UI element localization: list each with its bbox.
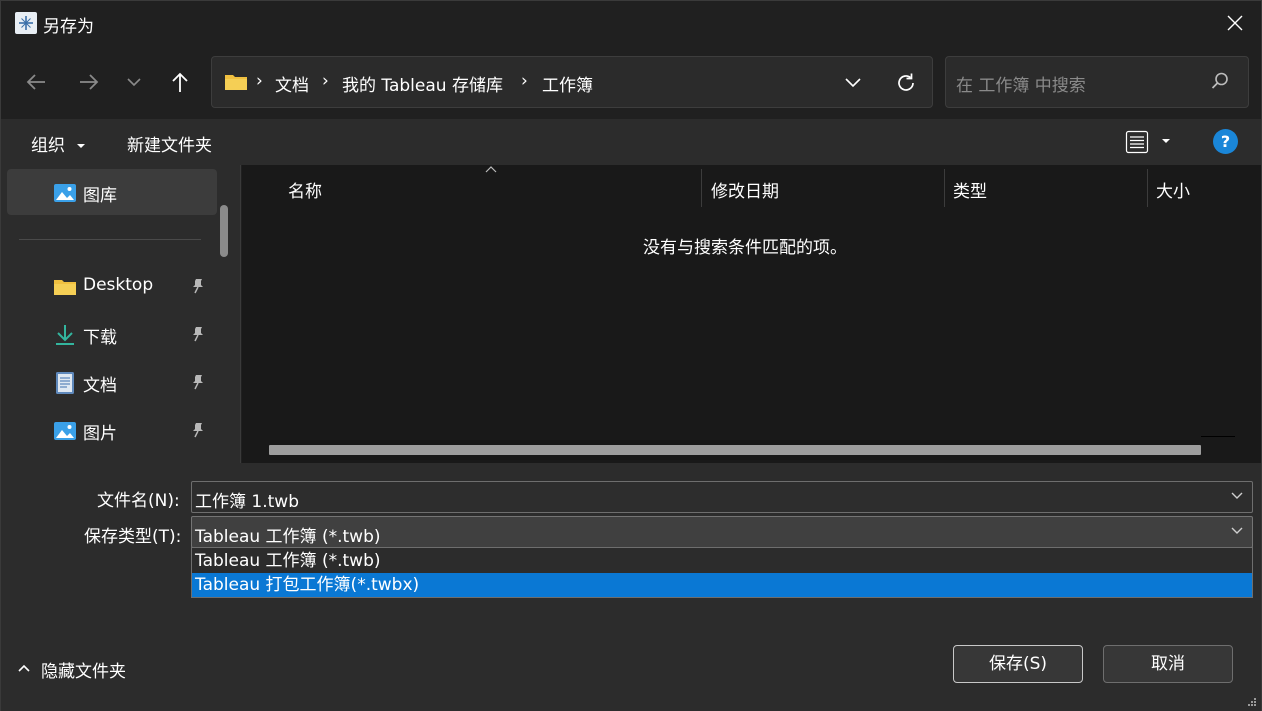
- sidebar-item-label: 文档: [83, 376, 117, 396]
- sidebar-item-label: Desktop: [83, 275, 154, 295]
- gallery-icon: [54, 184, 76, 202]
- sidebar-item-label: 图库: [83, 186, 117, 206]
- search-icon: [1211, 72, 1228, 89]
- close-icon: [1227, 15, 1243, 31]
- save-button[interactable]: 保存(S): [953, 645, 1083, 683]
- breadcrumb-workbooks[interactable]: 工作簿: [542, 71, 593, 96]
- chevron-down-icon[interactable]: [1230, 525, 1244, 535]
- breadcrumb-documents[interactable]: 文档: [275, 71, 309, 96]
- chevron-down-icon[interactable]: [1230, 490, 1244, 500]
- column-header-date-modified[interactable]: 修改日期: [711, 177, 779, 202]
- sidebar-scrollbar[interactable]: [220, 205, 228, 257]
- tableau-app-icon: [15, 12, 37, 34]
- address-bar[interactable]: › 文档 › 我的 Tableau 存储库 › 工作簿: [211, 56, 933, 108]
- column-header-size[interactable]: 大小: [1156, 177, 1190, 202]
- new-folder-button[interactable]: 新建文件夹: [127, 131, 212, 156]
- download-icon: [56, 325, 74, 345]
- pin-icon: [193, 375, 203, 390]
- pin-icon: [193, 423, 203, 438]
- hide-folders-label: 隐藏文件夹: [41, 662, 126, 682]
- filetype-select[interactable]: Tableau 工作簿 (*.twb): [191, 516, 1253, 548]
- chevron-down-icon: [127, 78, 141, 87]
- scrollbar-track-end: [1201, 436, 1235, 437]
- chevron-down-icon: [845, 78, 861, 88]
- up-button[interactable]: [165, 67, 195, 97]
- column-header-type[interactable]: 类型: [953, 177, 987, 202]
- resize-grip-icon[interactable]: [1247, 697, 1257, 707]
- caret-down-icon[interactable]: [1161, 137, 1171, 145]
- sidebar-divider: [19, 239, 201, 240]
- search-box[interactable]: 在 工作簿 中搜索: [945, 56, 1249, 108]
- filetype-label: 保存类型(T):: [84, 527, 182, 547]
- empty-folder-message: 没有与搜索条件匹配的项。: [643, 238, 847, 258]
- sidebar-item-downloads[interactable]: 下载: [1, 311, 211, 357]
- forward-arrow-icon: [80, 74, 99, 90]
- cancel-button[interactable]: 取消: [1103, 645, 1233, 683]
- organize-label: 组织: [31, 136, 65, 156]
- pictures-icon: [54, 422, 76, 440]
- filename-value: 工作簿 1.twb: [195, 492, 299, 512]
- file-list[interactable]: 名称 修改日期 类型 大小 没有与搜索条件匹配的项。: [242, 165, 1261, 463]
- folder-icon: [225, 75, 247, 90]
- back-button[interactable]: [21, 67, 51, 97]
- address-history-button[interactable]: [840, 70, 866, 96]
- caret-down-icon: [77, 144, 86, 148]
- back-arrow-icon: [26, 74, 45, 90]
- filename-field[interactable]: 工作簿 1.twb: [191, 481, 1253, 513]
- breadcrumb-separator: ›: [322, 71, 329, 91]
- chevron-up-icon: [18, 664, 30, 672]
- pin-icon: [193, 327, 203, 342]
- document-icon: [56, 372, 74, 394]
- save-as-dialog: 另存为 › 文档 › 我的 Tableau 存储库 › 工作簿 在 工作簿 中搜…: [0, 0, 1262, 711]
- sidebar-item-label: 下载: [83, 328, 117, 348]
- filename-label: 文件名(N):: [97, 491, 180, 511]
- command-bar: 组织 新建文件夹 ?: [1, 119, 1261, 165]
- column-header-name[interactable]: 名称: [288, 177, 322, 202]
- help-icon[interactable]: ?: [1213, 129, 1238, 154]
- refresh-icon: [898, 73, 914, 91]
- column-divider[interactable]: [701, 169, 702, 207]
- filetype-option-twbx[interactable]: Tableau 打包工作簿(*.twbx): [192, 573, 1252, 597]
- breadcrumb-separator: ›: [256, 71, 263, 91]
- breadcrumb-tableau-repository[interactable]: 我的 Tableau 存储库: [342, 71, 503, 96]
- pin-icon: [193, 279, 203, 294]
- breadcrumb-separator: ›: [521, 71, 528, 91]
- column-divider[interactable]: [944, 169, 945, 207]
- navigation-pane: 图库 Desktop 下载 文档 图片: [1, 165, 241, 463]
- sidebar-item-label: 图片: [83, 424, 117, 444]
- up-arrow-icon: [172, 72, 188, 92]
- title-bar: 另存为: [1, 1, 1261, 45]
- sidebar-item-documents[interactable]: 文档: [1, 359, 211, 405]
- recent-locations-button[interactable]: [119, 67, 149, 97]
- search-placeholder: 在 工作簿 中搜索: [956, 76, 1086, 96]
- filetype-value: Tableau 工作簿 (*.twb): [195, 527, 381, 547]
- filetype-option-twb[interactable]: Tableau 工作簿 (*.twb): [192, 549, 1252, 573]
- folder-icon: [54, 280, 76, 295]
- view-options-icon[interactable]: [1125, 130, 1149, 154]
- sidebar-item-desktop[interactable]: Desktop: [1, 263, 211, 309]
- column-divider[interactable]: [1147, 169, 1148, 207]
- close-button[interactable]: [1221, 9, 1249, 37]
- sort-ascending-icon: [485, 166, 497, 173]
- refresh-button[interactable]: [892, 69, 920, 97]
- window-title: 另存为: [43, 17, 94, 37]
- forward-button[interactable]: [74, 67, 104, 97]
- filetype-dropdown-list: Tableau 工作簿 (*.twb) Tableau 打包工作簿(*.twbx…: [191, 547, 1253, 598]
- navigation-bar: › 文档 › 我的 Tableau 存储库 › 工作簿 在 工作簿 中搜索: [1, 45, 1261, 119]
- sidebar-item-pictures[interactable]: 图片: [1, 407, 211, 453]
- sidebar-item-gallery[interactable]: 图库: [7, 169, 217, 215]
- organize-menu[interactable]: 组织: [31, 131, 86, 156]
- horizontal-scrollbar[interactable]: [269, 445, 1201, 455]
